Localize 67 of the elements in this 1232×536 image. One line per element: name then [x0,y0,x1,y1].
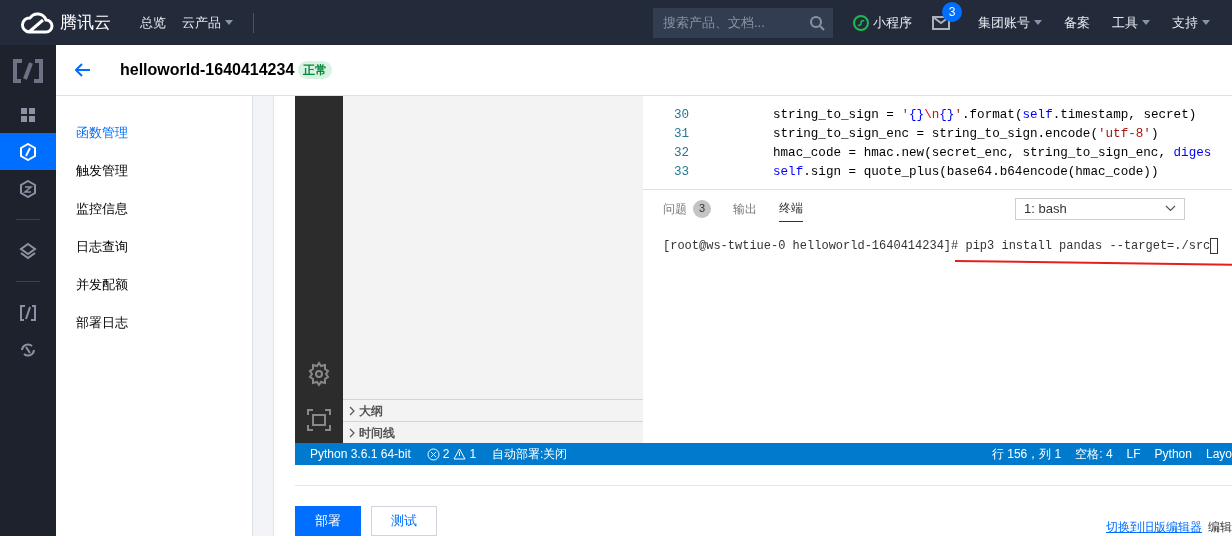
code-line: hmac_code = hmac.new(secret_enc, string_to_sign_enc, diges [773,145,1212,162]
chevron-icon [349,427,355,438]
layers-icon [19,241,37,260]
line-number: 32 [672,145,689,162]
settings-icon[interactable] [306,361,332,388]
code-line: self.sign = quote_plus(base64.b64encode(hmac_code)) [773,164,1159,181]
nav-link[interactable]: 总览 [140,12,166,33]
action-button[interactable]: 测试 [371,506,437,536]
hexagon-icon [19,142,37,161]
function-logo-icon [12,57,44,84]
sidebar-item[interactable]: 日志查询 [76,237,252,256]
mini-program-icon [853,14,869,31]
count-badge: 3 [693,199,711,218]
search-field[interactable]: 搜索产品、文档... [653,7,833,38]
chevron-icon [349,405,355,416]
warning-icon [453,448,467,461]
sidebar-item[interactable]: 部署日志 [76,313,252,332]
nav-link[interactable]: 支持 [1172,12,1210,33]
terminal-line: [root@ws-twtiue-0 helloworld-1640414234]# pip3 install pandas --target=./src [663,238,1211,255]
panel-tab[interactable]: 终端 [779,195,803,222]
terminal-select[interactable]: 1: bash [1015,197,1185,220]
search-icon[interactable] [809,14,825,31]
status-badge: 正常 [298,61,333,79]
cloud-logo-icon [20,11,54,34]
line-number: 31 [672,126,689,143]
status-item[interactable]: Layo [1205,445,1232,464]
notification-badge: 3 [942,1,962,22]
footer-link[interactable]: 切换到旧版编辑器 [1106,518,1202,536]
line-number: 33 [672,164,689,181]
status-item[interactable]: Python 3.6.1 64-bit [310,445,411,464]
back-arrow-icon[interactable] [75,63,91,77]
line-number: 30 [672,107,689,124]
chevron-down-icon [1165,205,1176,212]
status-item[interactable]: 行 156，列 1 [991,445,1062,464]
brand-name: 腾讯云 [60,11,111,34]
panel-tab[interactable]: 输出 [733,195,757,222]
status-item[interactable]: Python [1154,445,1192,464]
sidebar-item[interactable]: 函数管理 [76,123,252,142]
sidebar-item[interactable]: 触发管理 [76,161,252,180]
panel-tab[interactable]: 问题 3 [663,195,711,222]
nav-link[interactable]: 集团账号 [978,12,1042,33]
error-icon [426,447,440,461]
code-line: string_to_sign = '{}\n{}'.format(self.timestamp, secret) [773,107,1197,124]
cube-icon [19,179,37,198]
sidebar-item[interactable]: 监控信息 [76,199,252,218]
rail-item[interactable] [0,133,56,170]
fullscreen-icon[interactable] [307,409,331,432]
footer-link[interactable]: 编辑 [1208,518,1232,536]
status-item[interactable]: LF [1126,445,1141,464]
outline-section[interactable]: 大纲 [343,399,643,422]
error-count: 2 [442,446,450,464]
mini-program-link[interactable]: 小程序 [853,12,912,33]
function-icon [19,303,37,322]
nav-link[interactable]: 工具 [1112,12,1150,33]
sync-icon [19,340,37,359]
function-title: helloworld-1640414234 [120,60,295,80]
mail-icon[interactable] [932,15,950,30]
action-button[interactable]: 部署 [295,506,361,536]
status-item[interactable]: 自动部署:关闭 [492,445,568,464]
terminal-cursor [1210,238,1219,254]
code-line: string_to_sign_enc = string_to_sign.encode('utf-8') [773,126,1159,143]
grid-icon [20,106,36,123]
sidebar-item[interactable]: 并发配额 [76,275,252,294]
warning-count: 1 [469,446,477,464]
nav-link[interactable]: 备案 [1064,12,1090,33]
status-item[interactable]: 空格: 4 [1075,445,1113,464]
nav-link[interactable]: 云产品 [182,12,233,33]
